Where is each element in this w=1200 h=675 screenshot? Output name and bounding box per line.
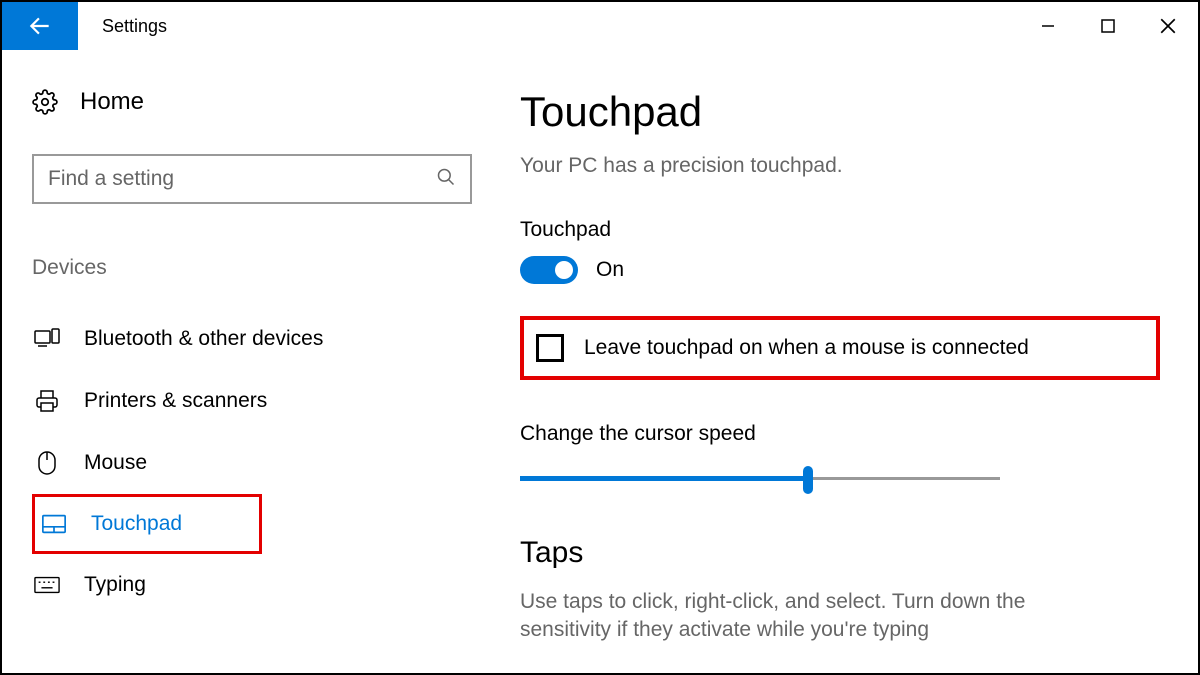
- touchpad-toggle[interactable]: [520, 256, 578, 284]
- devices-icon: [34, 326, 60, 352]
- sidebar: Home Find a setting Devices Bluetooth & …: [2, 50, 492, 673]
- sidebar-item-typing[interactable]: Typing: [32, 554, 462, 616]
- touchpad-icon: [41, 511, 67, 537]
- category-header: Devices: [32, 256, 462, 280]
- search-placeholder: Find a setting: [48, 167, 174, 191]
- search-icon: [436, 167, 456, 192]
- sidebar-item-label: Printers & scanners: [84, 389, 267, 413]
- minimize-icon: [1040, 18, 1056, 34]
- home-label: Home: [80, 88, 144, 116]
- keyboard-icon: [34, 572, 60, 598]
- window-controls: [1018, 2, 1198, 50]
- highlighted-checkbox-row: Leave touchpad on when a mouse is connec…: [520, 316, 1160, 380]
- back-button[interactable]: [2, 2, 78, 50]
- titlebar: Settings: [2, 2, 1198, 50]
- sidebar-item-label: Typing: [84, 573, 146, 597]
- sidebar-item-bluetooth[interactable]: Bluetooth & other devices: [32, 308, 462, 370]
- sidebar-item-label: Bluetooth & other devices: [84, 327, 323, 351]
- search-input[interactable]: Find a setting: [32, 154, 472, 204]
- cursor-speed-slider[interactable]: [520, 464, 1000, 494]
- main-panel: Touchpad Your PC has a precision touchpa…: [492, 50, 1200, 673]
- window-title: Settings: [102, 16, 167, 37]
- sidebar-item-touchpad[interactable]: Touchpad: [32, 494, 262, 554]
- mouse-icon: [34, 450, 60, 476]
- sidebar-item-label: Touchpad: [91, 512, 182, 536]
- leave-touchpad-on-checkbox[interactable]: [536, 334, 564, 362]
- printer-icon: [34, 388, 60, 414]
- minimize-button[interactable]: [1018, 6, 1078, 46]
- home-link[interactable]: Home: [32, 88, 462, 116]
- page-description: Your PC has a precision touchpad.: [520, 154, 1160, 178]
- toggle-knob: [555, 261, 573, 279]
- slider-track-active: [520, 476, 808, 481]
- sidebar-item-printers[interactable]: Printers & scanners: [32, 370, 462, 432]
- maximize-button[interactable]: [1078, 6, 1138, 46]
- arrow-left-icon: [27, 13, 53, 39]
- sidebar-item-mouse[interactable]: Mouse: [32, 432, 462, 494]
- maximize-icon: [1100, 18, 1116, 34]
- gear-icon: [32, 89, 58, 115]
- checkbox-label: Leave touchpad on when a mouse is connec…: [584, 336, 1029, 360]
- sidebar-item-label: Mouse: [84, 451, 147, 475]
- taps-heading: Taps: [520, 536, 1160, 570]
- close-icon: [1159, 17, 1177, 35]
- touchpad-toggle-label: Touchpad: [520, 218, 1160, 242]
- close-button[interactable]: [1138, 6, 1198, 46]
- toggle-state-label: On: [596, 258, 624, 282]
- taps-description: Use taps to click, right-click, and sele…: [520, 588, 1120, 645]
- page-title: Touchpad: [520, 88, 1160, 136]
- slider-thumb: [803, 466, 813, 494]
- cursor-speed-label: Change the cursor speed: [520, 422, 1160, 446]
